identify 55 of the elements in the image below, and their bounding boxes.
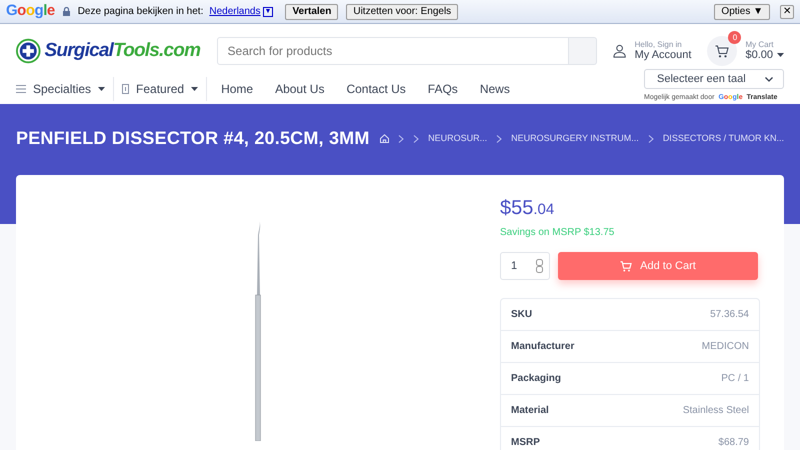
- cart-label: My Cart: [745, 40, 774, 50]
- nav-dropdown[interactable]: Specialties: [33, 80, 92, 98]
- language-link[interactable]: Nederlands: [209, 4, 260, 19]
- account-greeting: Hello, Sign in: [634, 40, 683, 50]
- nav-link[interactable]: FAQs: [428, 80, 458, 98]
- spec-label: MSRP: [511, 436, 540, 450]
- spec-value: PC / 1: [721, 372, 749, 386]
- language-select[interactable]: Selecteer een taal: [644, 69, 784, 89]
- cart-count-badge: 0: [728, 31, 742, 44]
- nav-link[interactable]: Home: [221, 80, 254, 98]
- translate-button[interactable]: Vertalen: [285, 4, 338, 20]
- breadcrumb-link[interactable]: DISSECTORS / TUMOR KN...: [662, 132, 784, 146]
- spec-value: $68.79: [718, 436, 749, 450]
- product-price: $55.04: [500, 196, 556, 221]
- translate-prompt: Deze pagina bekijken in het:: [78, 5, 204, 19]
- spinner-icon[interactable]: [536, 259, 543, 273]
- logo-text[interactable]: SurgicalTools.com: [44, 42, 200, 60]
- chevron-right-icon: [648, 134, 654, 143]
- quantity-field[interactable]: 1: [500, 252, 550, 280]
- search-field[interactable]: Search for products: [216, 37, 570, 65]
- disable-translation-button[interactable]: Uitzetten voor: Engels: [346, 4, 458, 20]
- page-title: PENFIELD DISSECTOR #4, 20.5CM, 3MM: [16, 128, 370, 150]
- caret-down-icon: [98, 87, 106, 91]
- spec-value: MEDICON: [702, 340, 749, 354]
- user-icon[interactable]: [613, 44, 627, 58]
- cross-logo-icon: [16, 38, 41, 64]
- nav-link[interactable]: About Us: [275, 80, 324, 98]
- nav-link[interactable]: News: [480, 80, 510, 98]
- google-logo: Google: [6, 1, 55, 22]
- spec-label: SKU: [511, 308, 532, 322]
- caret-down-icon: [777, 53, 784, 58]
- tag-icon: [122, 84, 130, 94]
- menu-icon: [16, 85, 26, 93]
- close-button[interactable]: ✕: [780, 4, 794, 18]
- nav-dropdown[interactable]: Featured: [136, 80, 184, 98]
- spec-value: Stainless Steel: [682, 404, 749, 418]
- lock-icon: [62, 7, 70, 16]
- cart-icon: [715, 44, 730, 58]
- savings-text: Savings on MSRP $13.75: [500, 226, 616, 240]
- breadcrumb-link[interactable]: NEUROSURGERY INSTRUM...: [511, 132, 639, 146]
- spec-value: 57.36.54: [710, 308, 749, 322]
- nav-link[interactable]: Contact Us: [346, 80, 406, 98]
- options-button[interactable]: Opties ▼: [714, 4, 770, 20]
- cart-icon: [620, 260, 632, 272]
- breadcrumb-link[interactable]: NEUROSUR...: [428, 132, 488, 146]
- chevron-down-icon: [765, 76, 773, 82]
- cart-total[interactable]: $0.00: [745, 49, 773, 62]
- spec-label: Manufacturer: [511, 340, 574, 354]
- spec-label: Material: [511, 404, 549, 418]
- chevron-right-icon: [496, 134, 502, 143]
- cart-button[interactable]: [707, 36, 738, 66]
- spec-label: Packaging: [511, 372, 562, 386]
- account-link[interactable]: My Account: [634, 49, 692, 62]
- home-icon[interactable]: [380, 134, 390, 144]
- caret-down-icon: [191, 87, 198, 91]
